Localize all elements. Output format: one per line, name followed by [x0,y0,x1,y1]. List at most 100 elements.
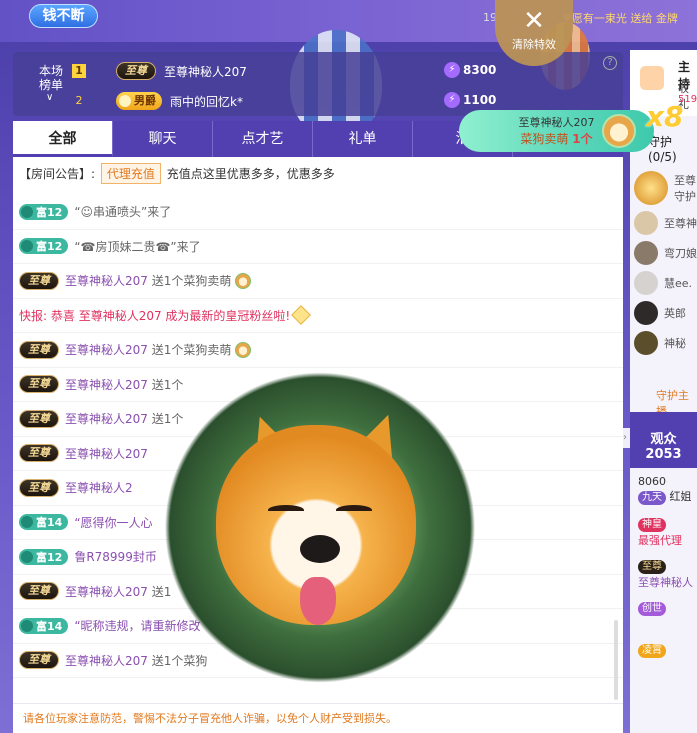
wealth-level: 富14 [36,516,63,530]
message-user[interactable]: 至尊神秘人207 [65,583,148,600]
notice-prefix: 【房间公告】: [19,167,96,181]
message-action: 送1个菜狗卖萌 [151,274,232,289]
zhizun-badge: 至尊 [19,582,59,601]
gift-ticker: ♥愿有一束光 送给 金牌 [562,10,678,26]
wealth-badge: 富12 [19,548,69,565]
guard-title: 守护(0/5) [648,135,677,164]
audience-item[interactable]: 至尊 至尊神秘人 [638,559,697,601]
audience-item[interactable]: 神皇 最强代理 [638,517,697,559]
energy-text: 8300 [463,63,497,77]
rank-label-line2: 榜单 [38,78,63,92]
chat-message: 至尊 至尊神秘人207 [13,437,623,471]
chat-message: 至尊 至尊神秘人207 送1 [13,575,623,609]
rank-username: 至尊神秘人207 [164,64,247,79]
chat-message: 富14 “昵称违规，请重新修改 [13,609,623,644]
energy-text: 1100 [463,93,497,107]
dog-gift-icon [235,341,252,358]
avatar [634,171,668,205]
audience-item[interactable]: 创世 [638,601,697,643]
guard-name: 慧ee. [664,277,693,290]
message-action: 送1个 [151,412,184,427]
guard-top-item[interactable]: 至尊 守护 [634,168,697,208]
audience-name: 最强代理 [638,534,682,547]
tab-gift-list[interactable]: 礼单 [313,121,413,157]
rank-number: 1 [72,64,86,78]
host-task-icon [640,66,664,90]
chevron-down-icon[interactable]: ∨ [46,92,53,103]
audience-num: 8060 [638,475,666,488]
gem-icon [291,305,312,326]
audience-badge: 九天 [638,491,666,505]
zhizun-badge: 至尊 [116,62,156,80]
close-icon: ✕ [523,6,545,36]
message-user[interactable]: 至尊神秘人207 [65,341,148,358]
coin-icon [119,95,131,107]
wealth-badge: 富14 [19,617,69,634]
message-user[interactable]: 至尊神秘人207 [65,272,148,289]
avatar [634,241,658,265]
chat-message: 富14 “愿得你一人心 [13,506,623,540]
guard-item[interactable]: 弯刀娘 [634,238,697,268]
guard-item[interactable]: 神秘 [634,328,697,358]
chat-message: 至尊 至尊神秘人207 送1个 [13,402,623,437]
audience-label: 观众 [650,432,677,447]
notice-text: 充值点这里优惠多多，优惠多多 [166,167,335,181]
audience-badge: 至尊 [638,560,666,574]
help-icon[interactable]: ? [603,56,617,70]
audience-list: 8060 九天 红姐 神皇 最强代理 至尊 至尊神秘人 创世 凌霄 [638,475,697,685]
wealth-level: 富12 [36,205,63,219]
chat-message: 至尊 至尊神秘人2 [13,471,623,506]
message-user[interactable]: 至尊神秘人207 [65,445,148,462]
wealth-level: 富12 [36,550,63,564]
audience-header[interactable]: 观众 2053 [630,412,697,468]
nanjue-badge: 男爵 [116,92,162,110]
guard-item[interactable]: 英郎 [634,298,697,328]
message-action: 送1个菜狗卖萌 [151,343,232,358]
room-notice: 【房间公告】: 代理充值 充值点这里优惠多多，优惠多多 [13,157,623,195]
message-user[interactable]: 至尊神秘人207 [65,410,148,427]
chat-panel: 全部 聊天 点才艺 礼单 活 【房间公告】: 代理充值 充值点这里优惠多多，优惠… [13,121,623,733]
audience-item[interactable]: 8060 九天 红姐 [638,475,697,517]
rank-row[interactable]: 1 至尊 至尊神秘人207 ⚡ 8300 [72,60,496,82]
tab-chat[interactable]: 聊天 [113,121,213,157]
wealth-icon [21,550,33,563]
audience-name: 至尊神秘人 [638,576,693,589]
wealth-badge: 富14 [19,514,69,531]
rank-row[interactable]: 2 男爵 雨中的回忆k* ⚡ 1100 [72,90,496,112]
chat-scrollbar[interactable] [614,620,618,700]
audience-name: 红姐 [669,490,692,503]
message-action: 送1 [151,584,172,599]
avatar [634,211,658,235]
wealth-level: 富14 [36,619,63,633]
message-user[interactable]: 至尊神秘人207 [65,376,148,393]
guard-name: 神秘 [664,337,686,350]
wealth-badge: 富12 [19,203,69,220]
message-user[interactable]: 至尊神秘人2 [65,479,133,496]
audience-badge: 创世 [638,602,666,616]
wealth-icon [21,205,33,218]
gift-count: 1个 [572,132,593,146]
tab-talent[interactable]: 点才艺 [213,121,313,157]
agent-recharge-link[interactable]: 代理充值 [100,163,161,184]
wealth-badge: 富12 [19,238,69,255]
chat-message: 富12 鲁R78999封币 [13,540,623,575]
zhizun-badge: 至尊 [19,651,59,670]
fraud-warning: 请各位玩家注意防范，警惕不法分子冒充他人诈骗，以免个人财产受到损失。 [13,703,623,733]
tab-all[interactable]: 全部 [13,121,113,157]
message-text: “☎房顶妹二贵☎”来了 [74,239,201,254]
avatar [634,271,658,295]
message-user[interactable]: 至尊神秘人207 [65,652,148,669]
gift-multiplier: x8 [646,100,684,133]
audience-item[interactable]: 凌霄 [638,643,697,685]
guard-item[interactable]: 慧ee. [634,268,697,298]
guard-item[interactable]: 至尊神秘 [634,208,697,238]
wealth-icon [21,240,33,253]
guard-name: 英郎 [664,307,686,320]
zhizun-badge: 至尊 [19,340,59,359]
zhizun-badge: 至尊 [19,444,59,463]
energy-value: ⚡ 1100 [444,92,496,108]
guard-list: 至尊守护 至尊神秘 弯刀娘 慧ee. 英郎 神秘 [634,168,697,358]
money-button[interactable]: 钱不断 [29,4,98,28]
chat-message: 富12 “☎房顶妹二贵☎”来了 [13,230,623,264]
message-action: 送1个菜狗 [151,653,208,668]
